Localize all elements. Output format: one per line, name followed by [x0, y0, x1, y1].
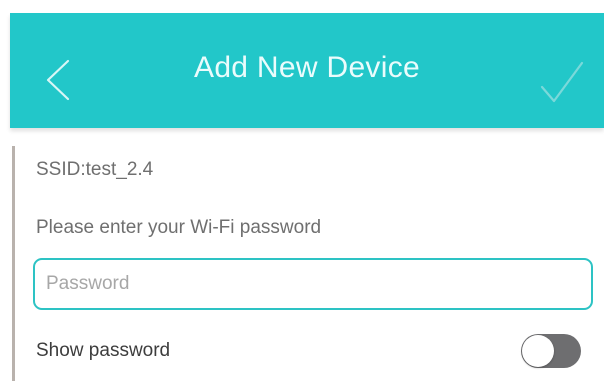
password-input[interactable]: [33, 258, 593, 310]
ssid-label: SSID:test_2.4: [36, 159, 154, 180]
password-prompt-label: Please enter your Wi-Fi password: [36, 217, 322, 238]
add-device-screen: Add New Device SSID:test_2.4 Please ente…: [0, 0, 604, 381]
page-title: Add New Device: [194, 51, 420, 84]
app-header: Add New Device: [10, 13, 604, 128]
section-divider: [12, 146, 15, 381]
confirm-button[interactable]: [536, 57, 588, 107]
toggle-knob: [522, 335, 554, 367]
checkmark-icon: [540, 61, 584, 103]
show-password-label: Show password: [36, 340, 171, 361]
show-password-toggle[interactable]: [521, 334, 581, 368]
